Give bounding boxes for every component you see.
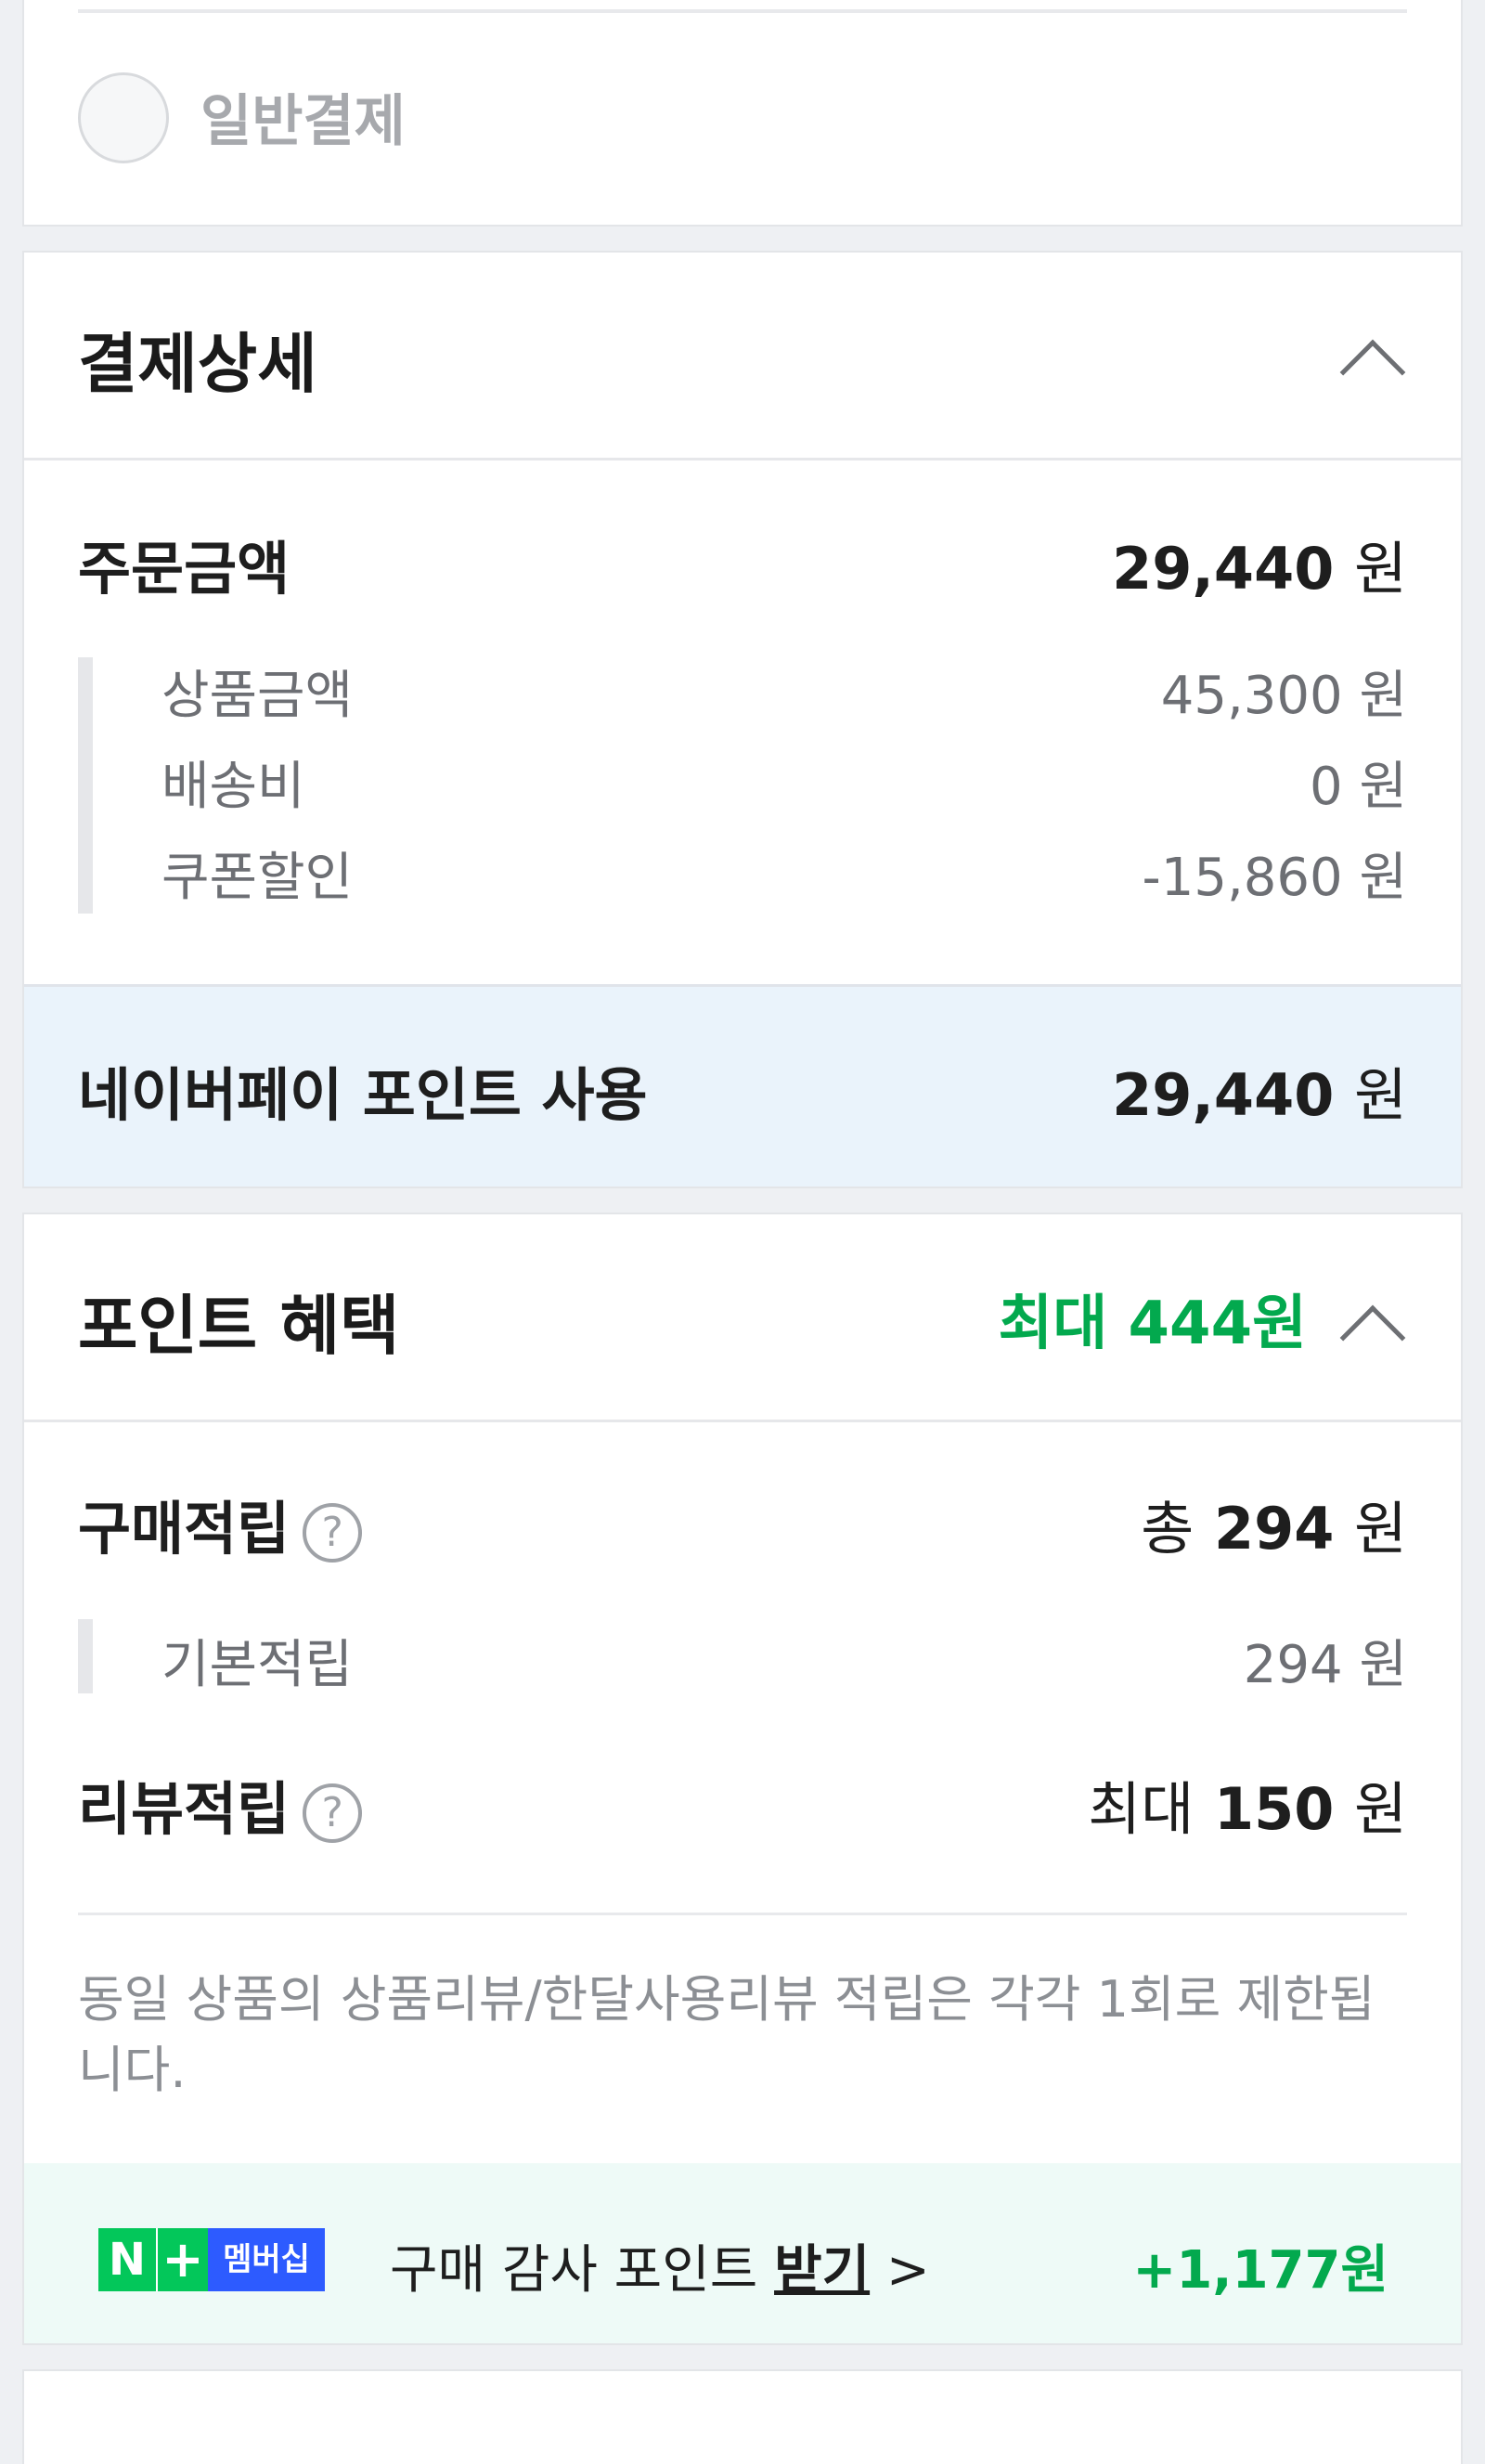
basic-reward-value: 294 원: [1243, 1635, 1407, 1695]
chevron-up-icon[interactable]: [1339, 1304, 1406, 1371]
payment-detail-card: 결제상세 주문금액 29,440 원 상품금액 45,300 원 배송비 0 원…: [24, 253, 1461, 1187]
order-amount-value: 29,440 원: [1112, 535, 1407, 603]
help-icon[interactable]: ?: [303, 1502, 363, 1563]
payment-detail-title: 결제상세: [78, 326, 317, 402]
coupon-discount-label: 쿠폰할인: [161, 848, 354, 908]
arrow-right-icon: >: [885, 2240, 930, 2301]
point-benefit-header[interactable]: 포인트 혜택 최대 444원: [24, 1214, 1461, 1422]
help-icon[interactable]: ?: [303, 1783, 363, 1843]
payment-method-card: 일반결제: [24, 0, 1461, 225]
membership-text: 구매 감사 포인트 받기 >: [390, 2240, 930, 2301]
purchase-reward-value: 총 294 원: [1141, 1495, 1407, 1563]
review-reward-label: 리뷰적립?: [78, 1762, 363, 1846]
chevron-up-icon[interactable]: [1339, 339, 1406, 406]
review-limit-notice: 동일 상품의 상품리뷰/한달사용리뷰 적립은 각각 1회로 제한됩니다.: [78, 1970, 1375, 2099]
plus-icon: +: [156, 2228, 208, 2291]
naver-n-logo: N: [98, 2228, 156, 2291]
breakdown-bar: [78, 657, 93, 914]
naver-plus-membership-badge: N + 멤버십: [98, 2228, 325, 2291]
membership-label: 멤버십: [208, 2228, 325, 2291]
divider: [78, 9, 1407, 13]
naverpay-point-use-row: 네이버페이 포인트 사용 29,440 원: [24, 984, 1461, 1187]
max-point-label: 최대 444원: [998, 1290, 1307, 1358]
membership-point-amount: +1,177원: [1132, 2240, 1388, 2301]
shipping-fee-label: 배송비: [161, 757, 305, 817]
general-payment-radio[interactable]: [78, 72, 169, 163]
receive-link[interactable]: 받기: [774, 2240, 870, 2301]
membership-banner[interactable]: N + 멤버십 구매 감사 포인트 받기 > +1,177원: [24, 2163, 1461, 2343]
point-benefit-title: 포인트 혜택: [78, 1288, 400, 1364]
purchase-reward-label: 구매적립?: [78, 1482, 363, 1565]
point-use-value: 29,440 원: [1112, 1061, 1407, 1129]
general-payment-label[interactable]: 일반결제: [200, 76, 406, 157]
point-benefit-card: 포인트 혜택 최대 444원 구매적립? 총 294 원 기본적립 294 원 …: [24, 1214, 1461, 2343]
order-amount-label: 주문금액: [78, 535, 291, 603]
next-card: [24, 2371, 1461, 2464]
point-use-label: 네이버페이 포인트 사용: [78, 1061, 648, 1129]
breakdown-bar: [78, 1619, 93, 1693]
shipping-fee-value: 0 원: [1310, 757, 1407, 817]
payment-detail-header[interactable]: 결제상세: [24, 253, 1461, 460]
review-reward-value: 최대 150 원: [1088, 1775, 1407, 1843]
coupon-discount-value: -15,860 원: [1142, 848, 1408, 908]
divider: [78, 1913, 1407, 1915]
basic-reward-label: 기본적립: [161, 1635, 354, 1695]
product-amount-label: 상품금액: [161, 666, 354, 726]
product-amount-value: 45,300 원: [1160, 666, 1407, 726]
